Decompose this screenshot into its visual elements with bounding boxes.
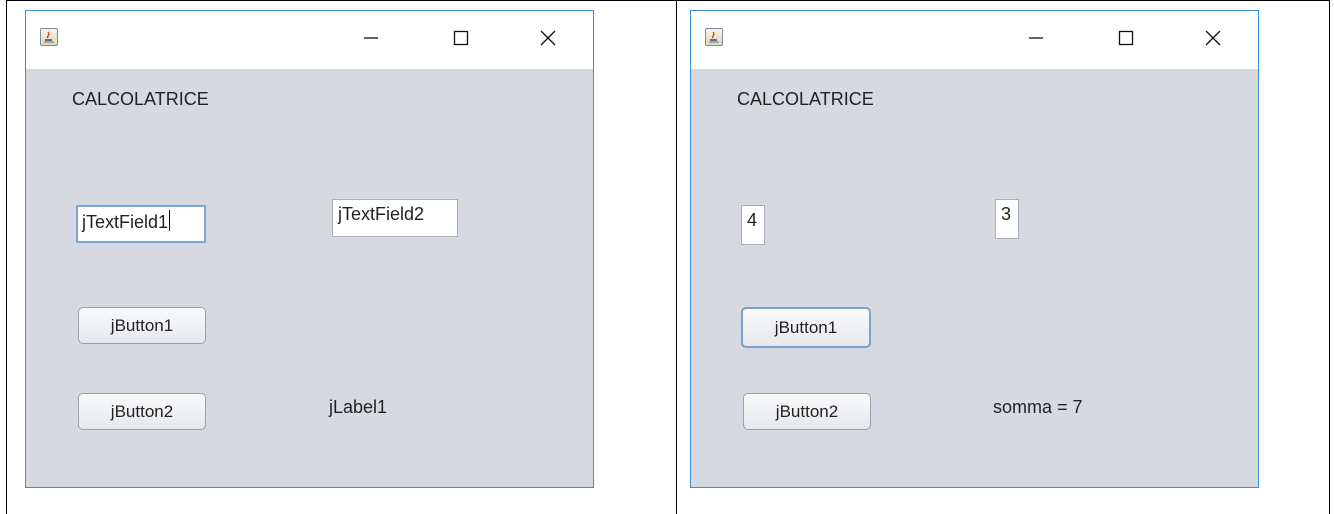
- minimize-icon: [1027, 29, 1045, 52]
- button-2[interactable]: jButton2: [78, 393, 206, 430]
- minimize-button[interactable]: [356, 25, 386, 55]
- java-cup-icon[interactable]: [705, 28, 723, 46]
- minimize-icon: [362, 29, 380, 52]
- button-1[interactable]: jButton1: [741, 307, 871, 348]
- calculator-window-before: CALCOLATRICE jTextField1 jTextField2 jBu…: [25, 10, 594, 488]
- title-bar[interactable]: [26, 11, 593, 69]
- content-pane: CALCOLATRICE jTextField1 jTextField2 jBu…: [26, 69, 593, 487]
- java-cup-icon[interactable]: [40, 28, 58, 46]
- maximize-icon: [1117, 29, 1135, 52]
- result-label: somma = 7: [993, 397, 1083, 417]
- maximize-button[interactable]: [446, 25, 476, 55]
- text-caret: [169, 210, 171, 231]
- app-title-label: CALCOLATRICE: [72, 89, 209, 109]
- button-1[interactable]: jButton1: [78, 307, 206, 344]
- button-2[interactable]: jButton2: [743, 393, 871, 430]
- text-field-1[interactable]: jTextField1: [76, 205, 206, 243]
- title-bar[interactable]: [691, 11, 1258, 69]
- calculator-window-after: CALCOLATRICE 4 3 jButton1 jButton2 somma…: [690, 10, 1259, 488]
- minimize-button[interactable]: [1021, 25, 1051, 55]
- text-field-2[interactable]: 3: [995, 199, 1019, 239]
- maximize-button[interactable]: [1111, 25, 1141, 55]
- maximize-icon: [452, 29, 470, 52]
- close-icon: [539, 29, 557, 52]
- text-field-1[interactable]: 4: [741, 205, 765, 245]
- close-button[interactable]: [1198, 25, 1228, 55]
- text-field-1-value: jTextField1: [82, 212, 169, 232]
- app-title-label: CALCOLATRICE: [737, 89, 874, 109]
- text-field-2-value: 3: [1001, 204, 1012, 224]
- text-field-2[interactable]: jTextField2: [332, 199, 458, 237]
- close-icon: [1204, 29, 1222, 52]
- result-label: jLabel1: [329, 397, 388, 417]
- content-pane: CALCOLATRICE 4 3 jButton1 jButton2 somma…: [691, 69, 1258, 487]
- text-field-2-value: jTextField2: [338, 204, 425, 224]
- close-button[interactable]: [533, 25, 563, 55]
- text-field-1-value: 4: [747, 210, 758, 230]
- table-cell-divider: [676, 0, 677, 514]
